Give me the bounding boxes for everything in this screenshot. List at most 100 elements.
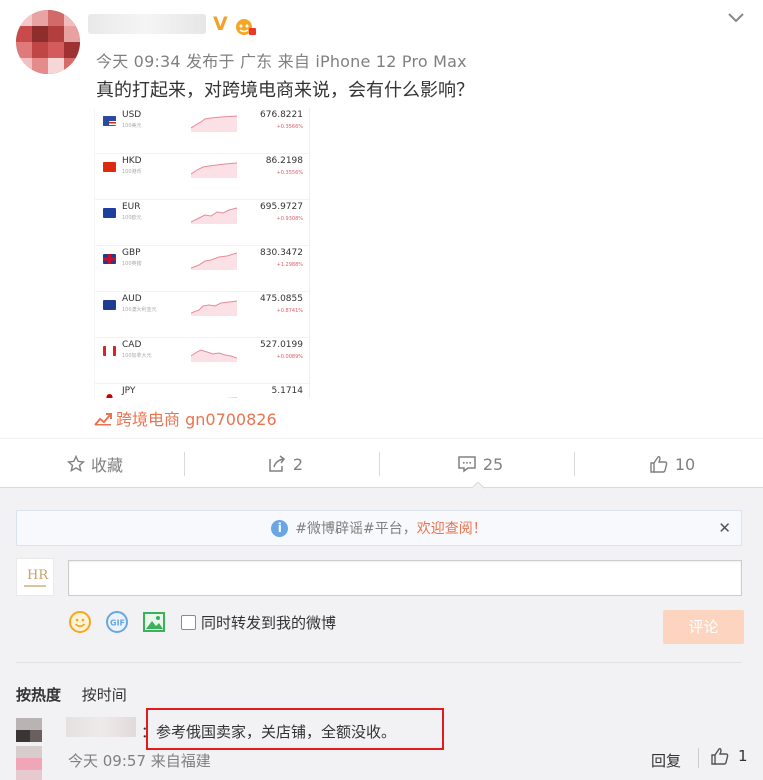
sparkline-icon [191,349,237,362]
fx-unit: 100英镑 [122,261,142,267]
verified-v-icon: V [213,13,228,35]
repost-checkbox-label[interactable]: 同时转发到我的微博 [201,612,336,633]
close-icon[interactable]: ✕ [718,519,731,537]
divider [184,452,185,476]
flag-hk-icon [103,162,116,172]
hr-logo-icon: HR [24,568,49,587]
fx-change: +0.3556% [276,170,303,176]
comment-like-button[interactable]: 1 [710,747,748,765]
comment-caret-icon [471,482,485,489]
fx-row: USD 100美元 676.8221 +0.3566% [95,108,309,154]
fx-change: +0.9308% [276,216,303,222]
divider [574,452,575,476]
fx-unit: 100加拿大元 [122,353,152,359]
fx-code: CAD [122,340,142,350]
like-count: 10 [674,454,696,474]
sparkline-icon [191,300,237,316]
fx-value: 5.1714 [271,386,304,396]
fx-row: GBP 100英镑 830.3472 +1.2988% [95,246,309,292]
fx-row: CAD 100加拿大元 527.0199 +0.0089% [95,338,309,384]
my-avatar[interactable]: HR [16,558,54,596]
post-meta: 今天 09:34 发布于 广东 来自 iPhone 12 Pro Max [96,52,467,71]
notice-link[interactable]: 欢迎查阅！ [417,518,487,538]
sort-tabs: 按热度 按时间 [16,684,127,705]
fx-unit: 100澳大利亚元 [122,307,157,313]
thumbs-up-icon [711,748,729,765]
author-name[interactable] [88,14,206,34]
favorite-label: 收藏 [90,456,123,475]
svg-text:GIF: GIF [110,619,125,628]
commenter-avatar[interactable] [16,718,42,780]
favorite-button[interactable]: 收藏 [0,439,190,489]
repost-count: 2 [292,454,304,474]
sparkline-icon [191,162,237,178]
fx-value: 676.8221 [260,110,303,120]
sparkline-icon [191,115,237,132]
commenter-name[interactable] [66,717,136,737]
fx-code: EUR [122,202,141,212]
info-icon: i [271,519,289,537]
fx-value: 695.9727 [260,202,303,212]
post-text: 真的打起来，对跨境电商来说，会有什么影响？ [96,80,474,101]
emoji-icon[interactable] [68,610,92,634]
fx-unit: 100美元 [122,123,142,129]
comment-count: 25 [482,454,504,474]
divider [379,452,380,476]
fx-unit: 100欧元 [122,215,142,221]
flag-jp-icon [103,392,116,398]
fx-row: AUD 100澳大利亚元 475.0855 +0.8741% [95,292,309,338]
comment-tools: GIF 同时转发到我的微博 [68,610,336,634]
like-button[interactable]: 10 [577,439,763,489]
chevron-down-icon[interactable] [725,8,747,26]
share-icon [269,455,285,472]
sparkline-icon [191,252,237,270]
tab-sort-time[interactable]: 按时间 [82,686,127,704]
comment-meta: 今天 09:57 来自福建 [68,752,211,770]
svg-text:HR: HR [27,568,49,583]
gif-icon[interactable]: GIF [105,610,129,634]
sparkline-icon [225,397,237,398]
fx-value: 86.2198 [265,156,303,166]
fx-row: EUR 100欧元 695.9727 +0.9308% [95,200,309,246]
image-icon[interactable] [142,610,166,634]
fx-code: AUD [122,294,142,304]
divider [16,662,742,663]
fx-row: HKD 100港币 86.2198 +0.3556% [95,154,309,200]
repost-button[interactable]: 2 [190,439,380,489]
reply-button[interactable]: 回复 [651,750,681,771]
fx-unit: 100港币 [122,169,142,175]
notice-prefix: #微博辟谣#平台， [295,521,417,537]
submit-comment-button[interactable]: 评论 [663,610,744,644]
fx-code: HKD [122,156,142,166]
fx-change: +0.0089% [276,354,303,360]
comment-input[interactable] [68,560,742,596]
flag-us-icon [103,116,116,126]
weibo-post: V 今天 09:34 发布于 广东 来自 iPhone 12 Pro Max 真… [0,0,763,438]
thumbs-up-icon [650,456,668,473]
tab-sort-hot[interactable]: 按热度 [16,686,61,704]
topic-label: 跨境电商 gn0700826 [116,410,277,429]
author-avatar[interactable] [16,10,80,74]
comments-section: i #微博辟谣#平台，欢迎查阅！ ✕ HR GIF 同时转发到我的微博 评论 [0,488,763,780]
fx-row: JPY 5.1714 [95,384,309,398]
topic-link[interactable]: 跨境电商 gn0700826 [94,406,277,430]
sparkline-icon [191,207,237,224]
post-image-exchange-rates[interactable]: USD 100美元 676.8221 +0.3566% HKD 100港币 86.2198 +… [94,108,310,398]
member-crown-icon [236,19,256,35]
fx-value: 475.0855 [260,294,303,304]
fx-value: 527.0199 [260,340,303,350]
repost-checkbox[interactable] [181,614,196,630]
fx-code: JPY [122,386,136,396]
flag-au-icon [103,300,116,310]
fx-change: +0.3566% [276,124,303,130]
fx-change: +1.2988% [276,262,303,268]
comment-like-count: 1 [738,747,748,765]
fx-code: USD [122,110,142,120]
flag-eu-icon [103,208,116,218]
rumor-notice[interactable]: i #微博辟谣#平台， 欢迎查阅！ ✕ [16,510,742,546]
highlight-box [146,708,444,750]
fx-code: GBP [122,248,141,258]
comment-icon [458,456,476,473]
star-icon [66,455,85,473]
action-bar: 收藏 2 25 10 [0,438,763,488]
